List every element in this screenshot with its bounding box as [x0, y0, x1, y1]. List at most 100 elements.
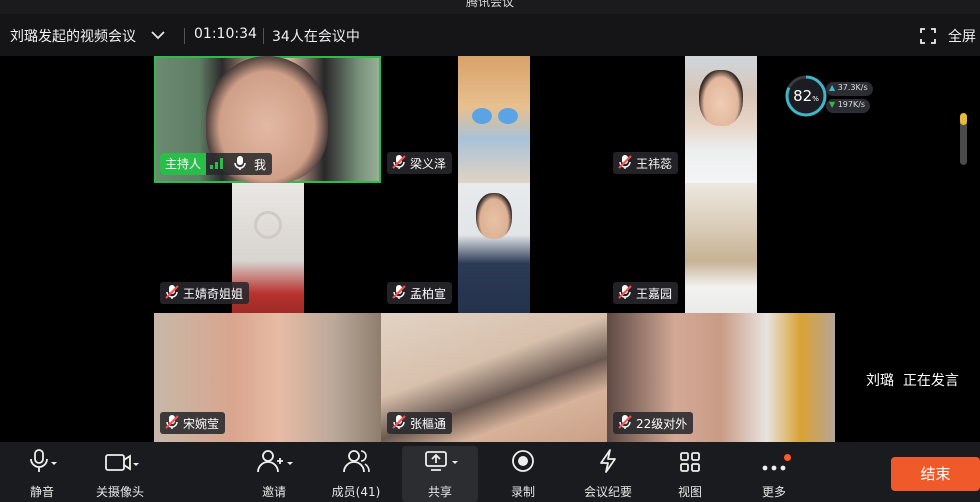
- mic-muted-icon: [617, 414, 636, 433]
- fullscreen-label[interactable]: 全屏: [948, 26, 976, 46]
- video-tile-songwanying[interactable]: 宋婉莹: [154, 313, 381, 442]
- name-tag: 张樞通: [387, 412, 453, 434]
- name-tag: 孟柏宣: [387, 282, 453, 304]
- add-user-icon: [254, 448, 294, 478]
- participant-name: 宋婉莹: [183, 416, 220, 431]
- share-screen-icon: [420, 448, 460, 478]
- view-button[interactable]: 视图: [672, 442, 708, 502]
- record-icon: [510, 448, 536, 478]
- mic-muted-icon: [617, 154, 636, 173]
- mic-muted-icon: [617, 284, 636, 303]
- participant-name: 22级对外: [636, 416, 688, 431]
- bottom-toolbar: 静音 关摄像头 邀请 成员(41) 共享 录制 会议纪要 视图 更多 结束: [0, 442, 980, 502]
- participant-name: 我: [254, 157, 267, 172]
- participant-name: 王婧奇姐姐: [183, 286, 244, 301]
- host-badge: 主持人: [160, 153, 207, 175]
- invite-button[interactable]: 邀请: [254, 442, 294, 502]
- participant-name: 梁义泽: [410, 156, 447, 171]
- participant-video: [458, 183, 530, 313]
- download-speed: ▼ 197K/s: [826, 99, 871, 113]
- mic-on-icon: [233, 155, 250, 174]
- end-meeting-button[interactable]: 结束: [891, 457, 980, 491]
- speaker-name: 刘璐: [866, 373, 894, 389]
- participant-name: 张樞通: [410, 416, 447, 431]
- participant-avatar-image: [458, 56, 530, 183]
- participant-video: [685, 183, 757, 313]
- host-name-tag: 主持人 我: [160, 153, 273, 175]
- more-button[interactable]: 更多: [756, 442, 792, 502]
- percent-sign: %: [812, 95, 819, 103]
- fullscreen-icon[interactable]: [920, 28, 936, 48]
- camera-button[interactable]: 关摄像头: [92, 442, 148, 502]
- cpu-ring: 82%: [784, 74, 828, 118]
- scrollbar-thumb[interactable]: [960, 113, 967, 125]
- members-icon: [341, 448, 371, 478]
- participant-name: 王嘉园: [636, 286, 673, 301]
- mute-button[interactable]: 静音: [20, 442, 64, 502]
- record-button[interactable]: 录制: [505, 442, 541, 502]
- video-tile-22ji[interactable]: 22级对外: [607, 313, 835, 442]
- view-label: 视图: [677, 485, 702, 499]
- share-button[interactable]: 共享: [420, 442, 460, 502]
- members-label: 成员(41): [331, 485, 381, 499]
- camera-icon: [100, 450, 140, 478]
- participant-video: [685, 56, 757, 183]
- cpu-percent: 82: [793, 87, 813, 105]
- upload-value: 37.3: [837, 83, 856, 92]
- name-tag: 王祎蕊: [613, 152, 679, 174]
- lightning-icon: [595, 448, 621, 478]
- upload-arrow-icon: ▲: [829, 83, 836, 92]
- summary-button[interactable]: 会议纪要: [580, 442, 636, 502]
- video-tile-liangyize[interactable]: 梁义泽: [381, 56, 607, 183]
- invite-label: 邀请: [261, 485, 286, 499]
- summary-label: 会议纪要: [583, 485, 632, 499]
- window-titlebar: 腾讯会议: [0, 0, 980, 14]
- active-speaker: 刘璐 正在发言: [866, 370, 959, 390]
- grid-view-icon: [678, 450, 702, 478]
- video-tile-me[interactable]: 主持人 我: [154, 56, 381, 183]
- more-label: 更多: [761, 485, 786, 499]
- share-label: 共享: [427, 485, 452, 499]
- participant-name: 王祎蕊: [636, 156, 673, 171]
- mic-muted-icon: [391, 154, 410, 173]
- name-tag: 梁义泽: [387, 152, 453, 174]
- divider: [263, 28, 264, 44]
- network-stats[interactable]: 82% ▲ 37.3K/s ▼ 197K/s: [784, 74, 876, 120]
- scrollbar[interactable]: [960, 113, 967, 165]
- more-dots-icon: [761, 459, 787, 478]
- mic-muted-icon: [391, 414, 410, 433]
- name-tag: 王婧奇姐姐: [160, 282, 250, 304]
- name-tag: 王嘉园: [613, 282, 679, 304]
- camera-label: 关摄像头: [95, 485, 144, 499]
- divider: [184, 28, 185, 44]
- upload-unit: K/s: [855, 83, 868, 92]
- video-tile-wangjingqi[interactable]: 王婧奇姐姐: [154, 183, 381, 313]
- window-title: 腾讯会议: [465, 0, 514, 9]
- video-tile-mengboxuan[interactable]: 孟柏宣: [381, 183, 607, 313]
- microphone-icon: [26, 448, 58, 478]
- upload-speed: ▲ 37.3K/s: [826, 82, 873, 96]
- download-unit: K/s: [852, 100, 866, 109]
- video-tile-wangjiayuan[interactable]: 王嘉园: [607, 183, 835, 313]
- mic-muted-icon: [164, 284, 183, 303]
- notification-dot: [784, 454, 791, 461]
- meeting-topbar: 刘璐发起的视频会议 01:10:34 34人在会议中 全屏: [0, 14, 980, 56]
- download-arrow-icon: ▼: [829, 100, 836, 109]
- members-button[interactable]: 成员(41): [328, 442, 384, 502]
- mic-muted-icon: [391, 284, 410, 303]
- participant-name: 孟柏宣: [410, 286, 447, 301]
- chevron-down-icon[interactable]: [150, 27, 166, 46]
- mic-muted-icon: [164, 414, 183, 433]
- participant-count[interactable]: 34人在会议中: [272, 26, 360, 46]
- signal-icon: [210, 157, 227, 172]
- record-label: 录制: [510, 485, 535, 499]
- video-tile-zhangfutong[interactable]: 张樞通: [381, 313, 607, 442]
- meeting-title[interactable]: 刘璐发起的视频会议: [10, 26, 136, 46]
- meeting-timer: 01:10:34: [194, 26, 257, 42]
- name-tag: 22级对外: [613, 412, 694, 434]
- name-tag: 宋婉莹: [160, 412, 226, 434]
- speaking-status: 正在发言: [902, 373, 959, 389]
- mute-label: 静音: [29, 485, 54, 499]
- video-grid: 主持人 我 梁义泽 王祎蕊 王婧奇姐姐 孟柏宣 王嘉园 宋婉莹 张樞通 22级对…: [0, 56, 980, 442]
- download-value: 197: [837, 100, 853, 109]
